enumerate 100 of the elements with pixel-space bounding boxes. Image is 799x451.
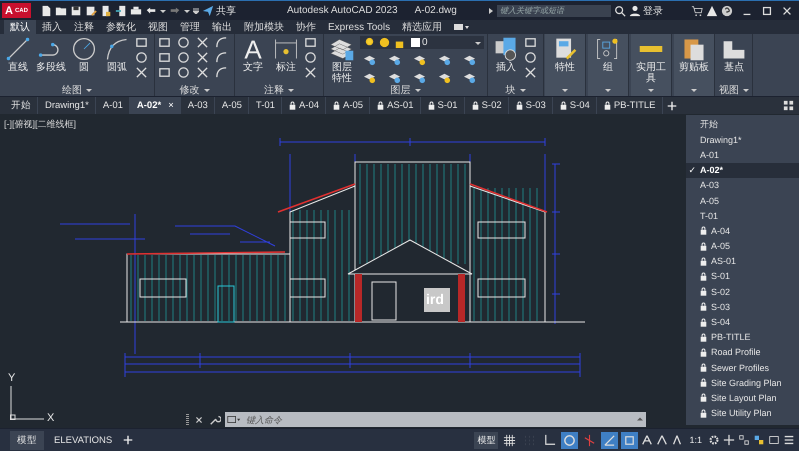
caret-icon[interactable]	[605, 87, 611, 93]
layer-tool-icon[interactable]	[388, 71, 401, 84]
menu-item[interactable]: Drawing1*	[686, 132, 799, 148]
command-history-icon[interactable]	[225, 412, 243, 427]
panel-title[interactable]: 注释	[264, 83, 284, 97]
layer-tool-icon[interactable]	[438, 53, 451, 66]
linear-dimension-icon[interactable]	[304, 36, 317, 49]
add-icon[interactable]	[122, 434, 134, 446]
ribbon-tab[interactable]: 管理	[174, 20, 206, 34]
viewport-label[interactable]: [-][俯视][二维线框]	[4, 118, 76, 131]
help-icon[interactable]	[721, 4, 733, 16]
menu-item[interactable]: S-04	[686, 314, 799, 330]
panel-title[interactable]: 图层	[390, 83, 410, 97]
clean-screen-icon[interactable]	[768, 434, 780, 446]
plus-icon[interactable]	[723, 434, 735, 446]
ribbon-tab[interactable]: 视图	[142, 20, 174, 34]
ribbon-tool-button[interactable]: 多段线	[36, 36, 66, 73]
ribbon-tab[interactable]: 精选应用	[396, 20, 448, 34]
save-as-icon[interactable]	[84, 4, 97, 16]
expand-icon[interactable]	[488, 8, 494, 14]
caret-icon[interactable]	[562, 87, 568, 93]
panel-title[interactable]: 视图	[719, 83, 739, 97]
ribbon-tab[interactable]: Express Tools	[322, 20, 396, 34]
layer-tool-icon[interactable]	[363, 53, 376, 66]
menu-item[interactable]: A-05	[686, 192, 799, 208]
ribbon-tool-button[interactable]: 插入	[491, 36, 521, 73]
gear-icon[interactable]	[708, 434, 720, 446]
hardware-icon[interactable]	[753, 434, 765, 446]
caret-icon[interactable]	[160, 8, 166, 14]
menu-item[interactable]: A-03	[686, 178, 799, 193]
ribbon-tab[interactable]: 默认	[4, 20, 36, 34]
close-icon[interactable]	[781, 4, 793, 16]
menu-item[interactable]: ✓ A-02*	[686, 162, 799, 178]
layer-tool-icon[interactable]	[413, 71, 426, 84]
panel-title[interactable]: 修改	[180, 83, 200, 97]
layer-tool-icon[interactable]	[388, 53, 401, 66]
caret-icon[interactable]	[520, 87, 526, 93]
annotation-visibility-icon[interactable]	[641, 434, 654, 446]
printer-icon[interactable]	[130, 4, 142, 16]
panel-title[interactable]: 块	[506, 83, 516, 97]
osnap-toggle[interactable]	[621, 432, 638, 448]
menu-item[interactable]: S-03	[686, 299, 799, 314]
panel-title[interactable]: 绘图	[62, 83, 82, 97]
layer-tool-icon[interactable]	[363, 71, 376, 84]
ribbon-tab[interactable]: 附加模块	[238, 20, 290, 34]
model-space-button[interactable]: 模型	[474, 432, 498, 448]
caret-icon[interactable]	[648, 87, 654, 93]
panel-toggle-icon[interactable]	[454, 23, 470, 31]
menu-item[interactable]: Site Layout Plan	[686, 390, 799, 406]
caret-icon[interactable]	[691, 87, 697, 93]
caret-icon[interactable]	[184, 8, 190, 14]
ribbon-tool-button[interactable]: 图层特性	[327, 36, 357, 84]
caret-icon[interactable]	[288, 87, 294, 93]
document-icon[interactable]	[100, 4, 112, 16]
menu-item[interactable]: S-01	[686, 268, 799, 284]
menu-item[interactable]: A-05	[686, 238, 799, 254]
layer-tool-icon[interactable]	[413, 53, 426, 66]
menu-item[interactable]: 开始	[686, 117, 799, 132]
ribbon-tab[interactable]: 参数化	[100, 20, 142, 34]
ribbon-tab[interactable]: 注释	[68, 20, 100, 34]
grip-handle[interactable]	[186, 414, 189, 426]
auto-scale-icon[interactable]	[656, 434, 668, 446]
close-tab-button[interactable]: ×	[168, 100, 174, 111]
ribbon-tool-button[interactable]: A 文字	[238, 36, 268, 73]
menu-item[interactable]: A-01	[686, 147, 799, 163]
menu-item[interactable]: Site Utility Plan	[686, 406, 799, 421]
ribbon-tab[interactable]: 协作	[290, 20, 322, 34]
menu-item[interactable]: Sewer Profiles	[686, 360, 799, 376]
search-field[interactable]: 键入关键字或短语	[496, 4, 611, 16]
wrench-icon[interactable]	[209, 414, 221, 426]
layer-tool-icon[interactable]	[438, 71, 451, 84]
layer-dropdown[interactable]: 0	[360, 36, 484, 49]
layout-tab[interactable]: ELEVATIONS	[47, 432, 120, 448]
ribbon-tool-button[interactable]: 圆	[69, 36, 99, 73]
ribbon-tool-button[interactable]: 基点	[719, 36, 749, 73]
annotation-scale-icon[interactable]	[671, 434, 684, 446]
file-tab[interactable]: A-02* ×	[130, 97, 181, 114]
import-icon[interactable]	[114, 4, 127, 16]
caret-icon[interactable]	[204, 87, 210, 93]
customize-icon[interactable]	[192, 8, 199, 14]
trim-icon[interactable]	[196, 36, 209, 49]
add-icon[interactable]	[666, 100, 678, 112]
cart-icon[interactable]	[691, 4, 703, 16]
ellipse-icon[interactable]	[135, 51, 148, 64]
save-icon[interactable]	[70, 4, 82, 16]
ribbon-tab[interactable]: 插入	[36, 20, 68, 34]
menu-item[interactable]: Road Profile	[686, 344, 799, 360]
search-icon[interactable]	[614, 4, 626, 16]
triangle-logo-icon[interactable]	[706, 4, 718, 16]
command-input[interactable]: 键入命令	[243, 412, 634, 427]
scale-button[interactable]: 1:1	[686, 433, 705, 447]
maximize-icon[interactable]	[761, 4, 773, 16]
polar-toggle[interactable]	[561, 432, 578, 448]
sign-in-button[interactable]: 登录	[628, 4, 663, 18]
isolate-icon[interactable]	[738, 434, 750, 446]
layer-tool-icon[interactable]	[463, 71, 476, 84]
new-file-icon[interactable]	[40, 4, 52, 16]
ribbon-tool-button[interactable]: 标注	[271, 36, 301, 73]
folder-icon[interactable]	[54, 4, 67, 16]
menu-icon[interactable]	[783, 434, 795, 446]
